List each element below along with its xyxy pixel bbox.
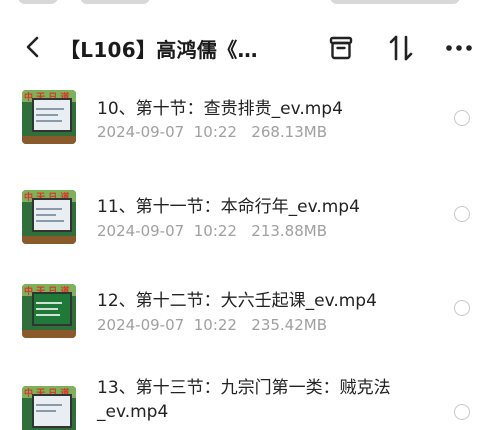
file-time: 10:22 — [193, 123, 237, 141]
file-name: 10、第十节：查贵排贵_ev.mp4 — [97, 99, 343, 119]
select-radio[interactable] — [454, 110, 470, 126]
sort-icon[interactable] — [385, 32, 417, 64]
file-date: 2024-09-07 — [97, 123, 185, 141]
status-icons-fragment — [330, 0, 460, 4]
file-meta: 2024-09-07 10:22 213.88MB — [97, 222, 327, 240]
file-time: 10:22 — [193, 222, 237, 240]
page-title: 【L106】高鸿儒《… — [60, 38, 258, 62]
file-row[interactable]: 中 天 日 道 11、第十一节：本命行年_ev.mp4 2024-09-07 1… — [0, 182, 500, 262]
video-thumbnail: 中 天 日 道 — [22, 90, 76, 144]
file-name: 13、第十三节：九宗门第一类：贼克法_ev.mp4 — [97, 378, 391, 422]
select-radio[interactable] — [454, 300, 470, 316]
file-time: 10:22 — [193, 316, 237, 334]
more-icon[interactable] — [443, 32, 475, 64]
file-date: 2024-09-07 — [97, 222, 185, 240]
video-thumbnail: 中 天 日 道 — [22, 386, 76, 430]
file-meta: 2024-09-07 10:22 268.13MB — [97, 123, 327, 141]
file-name: 12、第十二节：大六壬起课_ev.mp4 — [97, 291, 377, 311]
file-name: 11、第十一节：本命行年_ev.mp4 — [97, 197, 360, 217]
file-size: 235.42MB — [251, 316, 327, 334]
file-meta: 2024-09-07 10:22 235.42MB — [97, 316, 327, 334]
file-size: 213.88MB — [251, 222, 327, 240]
status-bar — [0, 0, 500, 8]
status-indicators-fragment — [80, 0, 150, 4]
archive-box-icon[interactable] — [325, 32, 357, 64]
select-radio[interactable] — [454, 404, 470, 420]
back-arrow-icon[interactable] — [18, 32, 48, 62]
video-thumbnail: 中 天 日 道 — [22, 190, 76, 244]
status-time-fragment — [18, 0, 58, 4]
video-thumbnail: 中 天 日 道 — [22, 284, 76, 338]
file-size: 268.13MB — [251, 123, 327, 141]
select-radio[interactable] — [454, 206, 470, 222]
file-row[interactable]: 中 天 日 道 10、第十节：查贵排贵_ev.mp4 2024-09-07 10… — [0, 80, 500, 160]
file-row[interactable]: 中 天 日 道 12、第十二节：大六壬起课_ev.mp4 2024-09-07 … — [0, 276, 500, 356]
file-date: 2024-09-07 — [97, 316, 185, 334]
top-app-bar: 【L106】高鸿儒《… — [0, 22, 500, 74]
file-row[interactable]: 中 天 日 道 13、第十三节：九宗门第一类：贼克法_ev.mp4 — [0, 370, 500, 430]
